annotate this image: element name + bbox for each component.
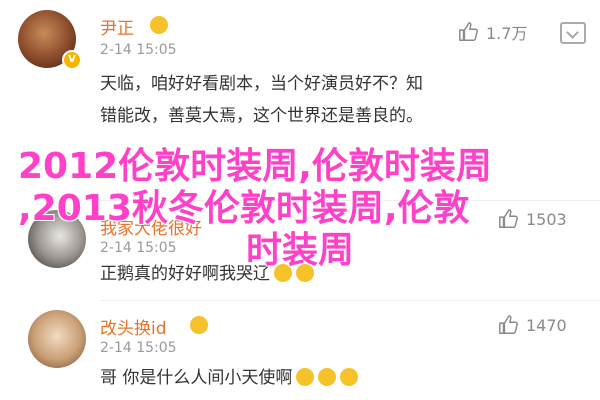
divider xyxy=(100,300,600,301)
crying-emoji-icon xyxy=(318,368,337,386)
emoji-icon xyxy=(150,16,168,34)
overlay-line: 2012伦敦时装周,伦敦时装周 xyxy=(18,146,492,187)
comment-text: 哥 你是什么人间小天使啊 xyxy=(100,362,359,394)
verified-badge-icon: V xyxy=(62,50,82,70)
like-count: 1470 xyxy=(526,315,567,335)
crying-emoji-icon xyxy=(340,368,359,386)
emoji-icon xyxy=(190,316,208,334)
timestamp: 2-14 15:05 xyxy=(100,340,177,356)
overlay-line: ,2013秋冬伦敦时装周,伦敦 xyxy=(18,188,470,229)
crying-emoji-icon xyxy=(296,368,315,386)
thumbs-up-icon xyxy=(499,315,518,334)
username[interactable]: 改头换id xyxy=(100,314,167,339)
overlay-line: 时装周 xyxy=(246,230,355,271)
overlay-caption: 2012伦敦时装周,伦敦时装周 ,2013秋冬伦敦时装周,伦敦 时装周 xyxy=(18,146,578,272)
username[interactable]: 尹正 xyxy=(100,14,134,39)
like-button[interactable]: 1470 xyxy=(498,314,567,336)
avatar[interactable] xyxy=(28,310,86,368)
like-count: 1.7万 xyxy=(486,24,528,43)
thumbs-up-icon xyxy=(459,22,478,41)
like-button[interactable]: 1.7万 xyxy=(458,20,527,44)
more-options-icon[interactable] xyxy=(560,22,586,44)
timestamp: 2-14 15:05 xyxy=(100,42,177,58)
comment-1: V 尹正 2-14 15:05 1.7万 天临，咱好好看剧本，当个好演员好不？知… xyxy=(0,0,600,140)
comment-text: 天临，咱好好看剧本，当个好演员好不？知 错能改，善莫大焉，这个世界还是善良的。 xyxy=(100,74,423,126)
